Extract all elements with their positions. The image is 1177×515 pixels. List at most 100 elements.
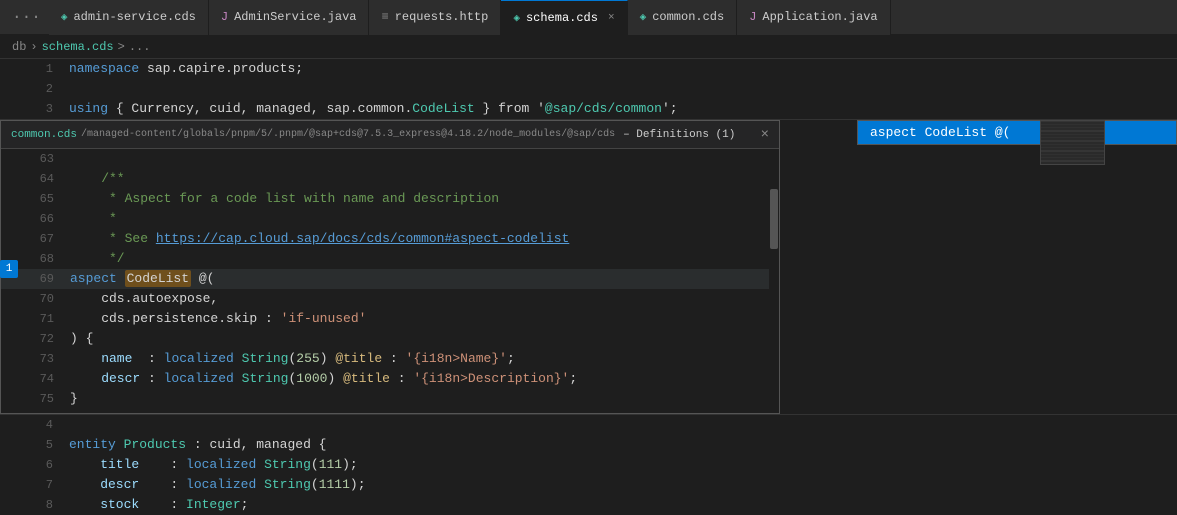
java-icon: J — [221, 10, 228, 24]
line-content-b8: stock : Integer; — [65, 495, 1177, 515]
breadcrumb-sep1: › — [30, 40, 37, 54]
def-line-63: 63 — [1, 149, 779, 169]
line-content-70: cds.autoexpose, — [66, 289, 779, 309]
line-number-b6: 6 — [20, 455, 65, 475]
line-number-66: 66 — [21, 209, 66, 229]
code-line-7: 7 descr : localized String(1111); — [0, 475, 1177, 495]
line-content-74: descr : localized String(1000) @title : … — [66, 369, 779, 389]
def-line-68: 68 */ — [1, 249, 779, 269]
breadcrumb-db[interactable]: db — [12, 40, 26, 54]
def-line-75: 75 } — [1, 389, 779, 409]
autocomplete-text: aspect CodeList @( — [870, 125, 1010, 140]
line-number-70: 70 — [21, 289, 66, 309]
line-content-b7: descr : localized String(1111); — [65, 475, 1177, 495]
line-content-b5: entity Products : cuid, managed { — [65, 435, 1177, 455]
line-number-b5: 5 — [20, 435, 65, 455]
line-content-64: /** — [66, 169, 779, 189]
breadcrumb-sep2: > — [118, 40, 125, 54]
tab-close-button[interactable]: × — [608, 12, 615, 24]
def-line-70: 70 cds.autoexpose, — [1, 289, 779, 309]
code-line-3: 3 using { Currency, cuid, managed, sap.c… — [0, 99, 1177, 119]
def-title: – Definitions (1) — [623, 129, 735, 141]
line-content-1: namespace sap.capire.products; — [65, 59, 1177, 79]
minimap — [1040, 120, 1105, 165]
line-number-67: 67 — [21, 229, 66, 249]
code-line-8: 8 stock : Integer; — [0, 495, 1177, 515]
def-line-66: 66 * — [1, 209, 779, 229]
line-number-65: 65 — [21, 189, 66, 209]
cds-icon: ◈ — [61, 10, 68, 24]
tab-overflow-button[interactable]: ··· — [4, 8, 49, 26]
cds-icon: ◈ — [640, 10, 647, 24]
line-content-3: using { Currency, cuid, managed, sap.com… — [65, 99, 1177, 119]
def-line-65: 65 * Aspect for a code list with name an… — [1, 189, 779, 209]
cds-icon: ◈ — [513, 11, 520, 25]
line-number-68: 68 — [21, 249, 66, 269]
def-line-69: 69 aspect CodeList @( — [1, 269, 779, 289]
line-number-74: 74 — [21, 369, 66, 389]
line-content-b6: title : localized String(111); — [65, 455, 1177, 475]
scrollbar[interactable] — [769, 149, 779, 413]
line-number-3: 3 — [20, 99, 65, 119]
code-line-2: 2 — [0, 79, 1177, 99]
top-code-section: 1 namespace sap.capire.products; 2 3 usi… — [0, 59, 1177, 120]
bottom-code-section: 4 5 entity Products : cuid, managed { 6 … — [0, 414, 1177, 515]
line-number-b7: 7 — [20, 475, 65, 495]
autocomplete-item[interactable]: aspect CodeList @( — [858, 121, 1176, 144]
tab-label: requests.http — [395, 10, 489, 24]
line-number-2: 2 — [20, 79, 65, 99]
def-file-name: common.cds — [11, 129, 77, 141]
def-file-path: /managed-content/globals/pnpm/5/.pnpm/@s… — [81, 129, 615, 140]
tab-bar: ··· ◈ admin-service.cds J AdminService.j… — [0, 0, 1177, 35]
tab-label: AdminService.java — [234, 10, 356, 24]
line-number-63: 63 — [21, 149, 66, 169]
tab-requests-http[interactable]: ≡ requests.http — [369, 0, 501, 35]
tab-admin-service[interactable]: ◈ admin-service.cds — [49, 0, 209, 35]
line-number-69: 69 — [21, 269, 66, 289]
code-line-6: 6 title : localized String(111); — [0, 455, 1177, 475]
line-number-71: 71 — [21, 309, 66, 329]
autocomplete-panel: aspect CodeList @( — [857, 120, 1177, 145]
tab-common-cds[interactable]: ◈ common.cds — [628, 0, 738, 35]
definition-header: common.cds /managed-content/globals/pnpm… — [1, 121, 779, 149]
def-close-button[interactable]: × — [761, 127, 769, 143]
line-content-68: */ — [66, 249, 779, 269]
def-line-73: 73 name : localized String(255) @title :… — [1, 349, 779, 369]
line-number-76: 76 — [21, 409, 66, 413]
def-line-71: 71 cds.persistence.skip : 'if-unused' — [1, 309, 779, 329]
definition-panel: common.cds /managed-content/globals/pnpm… — [0, 120, 780, 414]
tab-label: Application.java — [762, 10, 877, 24]
def-line-67: 67 * See https://cap.cloud.sap/docs/cds/… — [1, 229, 779, 249]
left-badge[interactable]: 1 — [0, 260, 18, 278]
line-content-66: * — [66, 209, 779, 229]
line-number-1: 1 — [20, 59, 65, 79]
line-content-69: aspect CodeList @( — [66, 269, 779, 289]
line-number-64: 64 — [21, 169, 66, 189]
java-icon: J — [749, 10, 756, 24]
breadcrumb-file[interactable]: schema.cds — [42, 40, 114, 54]
def-line-72: 72 ) { — [1, 329, 779, 349]
def-line-76: 76 — [1, 409, 779, 413]
line-content-72: ) { — [66, 329, 779, 349]
tab-adminservice-java[interactable]: J AdminService.java — [209, 0, 370, 35]
line-number-72: 72 — [21, 329, 66, 349]
breadcrumb-ellipsis: ... — [129, 40, 151, 54]
line-content-75: } — [66, 389, 779, 409]
definition-overlay: common.cds /managed-content/globals/pnpm… — [0, 120, 1177, 414]
line-content-73: name : localized String(255) @title : '{… — [66, 349, 779, 369]
definition-code[interactable]: 63 64 /** 65 * Aspect for a code list wi… — [1, 149, 779, 413]
code-line-5: 5 entity Products : cuid, managed { — [0, 435, 1177, 455]
codelist-link[interactable]: https://cap.cloud.sap/docs/cds/common#as… — [156, 231, 569, 246]
def-line-74: 74 descr : localized String(1000) @title… — [1, 369, 779, 389]
line-content-67: * See https://cap.cloud.sap/docs/cds/com… — [66, 229, 779, 249]
http-icon: ≡ — [381, 10, 388, 24]
tab-label: common.cds — [652, 10, 724, 24]
tab-application-java[interactable]: J Application.java — [737, 0, 890, 35]
tab-schema-cds[interactable]: ◈ schema.cds × — [501, 0, 627, 35]
line-number-b8: 8 — [20, 495, 65, 515]
editor-container: db › schema.cds > ... 1 namespace sap.ca… — [0, 35, 1177, 515]
tab-label: schema.cds — [526, 11, 598, 25]
line-number-73: 73 — [21, 349, 66, 369]
scrollbar-thumb[interactable] — [770, 189, 778, 249]
def-line-64: 64 /** — [1, 169, 779, 189]
